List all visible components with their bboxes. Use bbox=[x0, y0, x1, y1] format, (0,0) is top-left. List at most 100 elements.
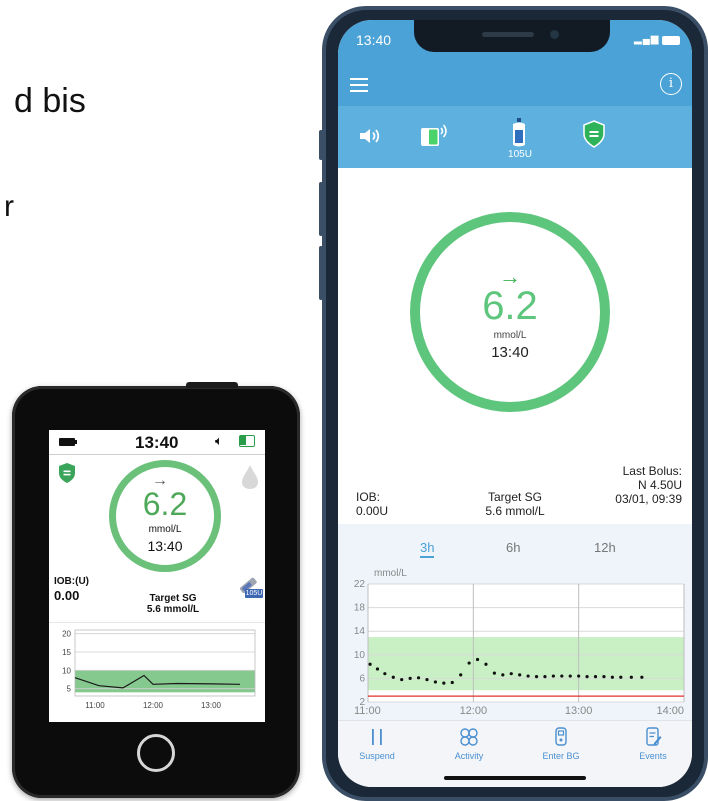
x-tick-label: 12:00 bbox=[143, 701, 164, 710]
pump-connection-icon bbox=[239, 435, 255, 447]
y-tick-label: 10 bbox=[354, 650, 366, 661]
target-range-band bbox=[368, 637, 684, 691]
glucose-reading-point bbox=[433, 680, 438, 684]
glucose-value: 6.2 bbox=[482, 284, 538, 328]
glucose-reading-point bbox=[501, 673, 505, 677]
iob-label: IOB:(U) bbox=[54, 576, 89, 587]
phone-screen: 13:40 ▂▄▆ i 105U → 6.2 mmol/L 13:40 IOB:… bbox=[338, 20, 692, 787]
target-sg-value: 5.6 mmol/L bbox=[146, 604, 200, 615]
shield-icon bbox=[59, 463, 75, 483]
glucose-reading-point bbox=[602, 675, 606, 679]
glucose-reading-point bbox=[518, 673, 522, 677]
glucose-reading-point bbox=[551, 674, 555, 678]
events-icon bbox=[646, 727, 662, 746]
handheld-glucose-chart: 5 10 15 20 11:00 12:00 13:00 bbox=[49, 622, 265, 710]
speaker-icon: 🔈︎ bbox=[215, 433, 223, 448]
home-button[interactable] bbox=[137, 734, 175, 772]
y-tick-label: 10 bbox=[62, 666, 71, 675]
glucose-reading-point bbox=[543, 675, 547, 679]
status-time: 13:40 bbox=[356, 32, 392, 48]
front-camera bbox=[550, 30, 559, 39]
glucose-reading-point bbox=[442, 681, 446, 685]
tab-12h[interactable]: 12h bbox=[594, 540, 616, 555]
handheld-status-bar: 13:40 🔈︎ bbox=[49, 430, 265, 454]
activity-button[interactable]: Activity bbox=[434, 727, 504, 761]
events-button[interactable]: Events bbox=[618, 727, 688, 761]
y-tick-label: 15 bbox=[62, 648, 71, 657]
shield-icon[interactable] bbox=[582, 120, 606, 148]
glucose-reading-point bbox=[459, 673, 463, 677]
smartphone: 13:40 ▂▄▆ i 105U → 6.2 mmol/L 13:40 IOB:… bbox=[319, 6, 708, 801]
target-sg-label: Target SG bbox=[149, 593, 197, 604]
glucose-reading-point bbox=[526, 674, 530, 678]
background-text: d bis bbox=[14, 82, 86, 120]
glucose-chart-panel: 3h 6h 12h 2 6 10 14 18 22 11:00 12:00 13:00 14:00… bbox=[338, 524, 692, 720]
target-sg-value: 5.6 mmol/L bbox=[485, 504, 545, 518]
x-tick-label: 13:00 bbox=[565, 705, 593, 717]
reading-time: 13:40 bbox=[147, 538, 183, 554]
handheld-controller: 13:40 🔈︎ → 6.2 mmol/L 13:40 IOB:(U) 0.00… bbox=[12, 382, 300, 798]
last-bolus-amount: N 4.50U bbox=[637, 478, 682, 492]
y-tick-label: 22 bbox=[354, 579, 366, 590]
blood-glucose-meter-icon bbox=[555, 727, 567, 746]
glucose-reading-point bbox=[577, 674, 581, 678]
reservoir-label: 105U bbox=[245, 589, 263, 598]
y-tick-label: 18 bbox=[354, 603, 366, 614]
iob-label: IOB: bbox=[356, 490, 381, 504]
y-tick-label: 5 bbox=[67, 685, 72, 694]
home-indicator bbox=[444, 776, 586, 780]
x-tick-label: 11:00 bbox=[85, 701, 105, 710]
glucose-reading-point bbox=[534, 675, 539, 679]
volume-up-button bbox=[319, 182, 323, 236]
app-bar: i bbox=[338, 64, 692, 106]
enter-bg-label: Enter BG bbox=[542, 751, 580, 761]
home-dashboard: → 6.2 mmol/L 13:40 IOB: 0.00U Target SG … bbox=[338, 168, 692, 720]
pump-connection-icon[interactable] bbox=[420, 122, 450, 148]
info-icon[interactable]: i bbox=[660, 73, 682, 95]
last-bolus-label: Last Bolus: bbox=[622, 464, 682, 478]
glucose-reading-point bbox=[568, 674, 572, 678]
signal-icon: ▂▄▆ bbox=[634, 34, 660, 45]
battery-icon bbox=[59, 438, 77, 446]
iob-value: 0.00 bbox=[54, 588, 80, 603]
x-tick-label: 14:00 bbox=[656, 705, 684, 717]
y-tick-label: 6 bbox=[359, 673, 365, 684]
glucose-reading-point bbox=[629, 675, 633, 679]
reservoir-label: 105U bbox=[508, 149, 532, 160]
blood-drop-icon bbox=[242, 465, 258, 489]
glucose-reading-point bbox=[509, 672, 513, 676]
earpiece bbox=[482, 32, 534, 37]
events-label: Events bbox=[639, 751, 667, 761]
tab-3h[interactable]: 3h bbox=[420, 540, 435, 558]
glucose-reading-point bbox=[391, 675, 395, 679]
x-tick-label: 12:00 bbox=[460, 705, 488, 717]
x-tick-label: 13:00 bbox=[201, 701, 222, 710]
glucose-reading-point bbox=[383, 672, 387, 676]
glucose-reading-point bbox=[593, 675, 598, 679]
tab-6h[interactable]: 6h bbox=[506, 540, 520, 555]
glucose-unit: mmol/L bbox=[493, 330, 527, 341]
speaker-icon[interactable] bbox=[358, 126, 382, 146]
divider bbox=[49, 454, 265, 455]
glucose-reading-point bbox=[560, 674, 564, 678]
iob-value: 0.00U bbox=[356, 504, 389, 518]
glucose-reading-point bbox=[610, 675, 614, 679]
enter-bg-button[interactable]: Enter BG bbox=[526, 727, 596, 761]
last-bolus-date: 03/01, 09:39 bbox=[615, 492, 682, 506]
suspend-button[interactable]: Suspend bbox=[342, 727, 412, 761]
volume-down-button bbox=[319, 246, 323, 300]
reservoir-icon[interactable] bbox=[508, 118, 530, 148]
glucose-reading-point bbox=[425, 677, 429, 682]
device-status-bar: 105U bbox=[338, 106, 692, 168]
glucose-reading-point bbox=[416, 676, 421, 680]
y-axis-unit-label: mmol/L bbox=[374, 568, 407, 579]
status-bar: 13:40 ▂▄▆ bbox=[338, 20, 692, 64]
background-text-fragment: r bbox=[4, 190, 14, 223]
glucose-reading-point bbox=[492, 671, 496, 675]
mute-switch bbox=[319, 130, 323, 160]
suspend-label: Suspend bbox=[359, 751, 395, 761]
hamburger-menu-icon[interactable] bbox=[350, 74, 372, 94]
glucose-reading-point bbox=[619, 675, 623, 679]
pause-icon bbox=[372, 729, 382, 745]
glucose-reading-point bbox=[585, 675, 589, 679]
